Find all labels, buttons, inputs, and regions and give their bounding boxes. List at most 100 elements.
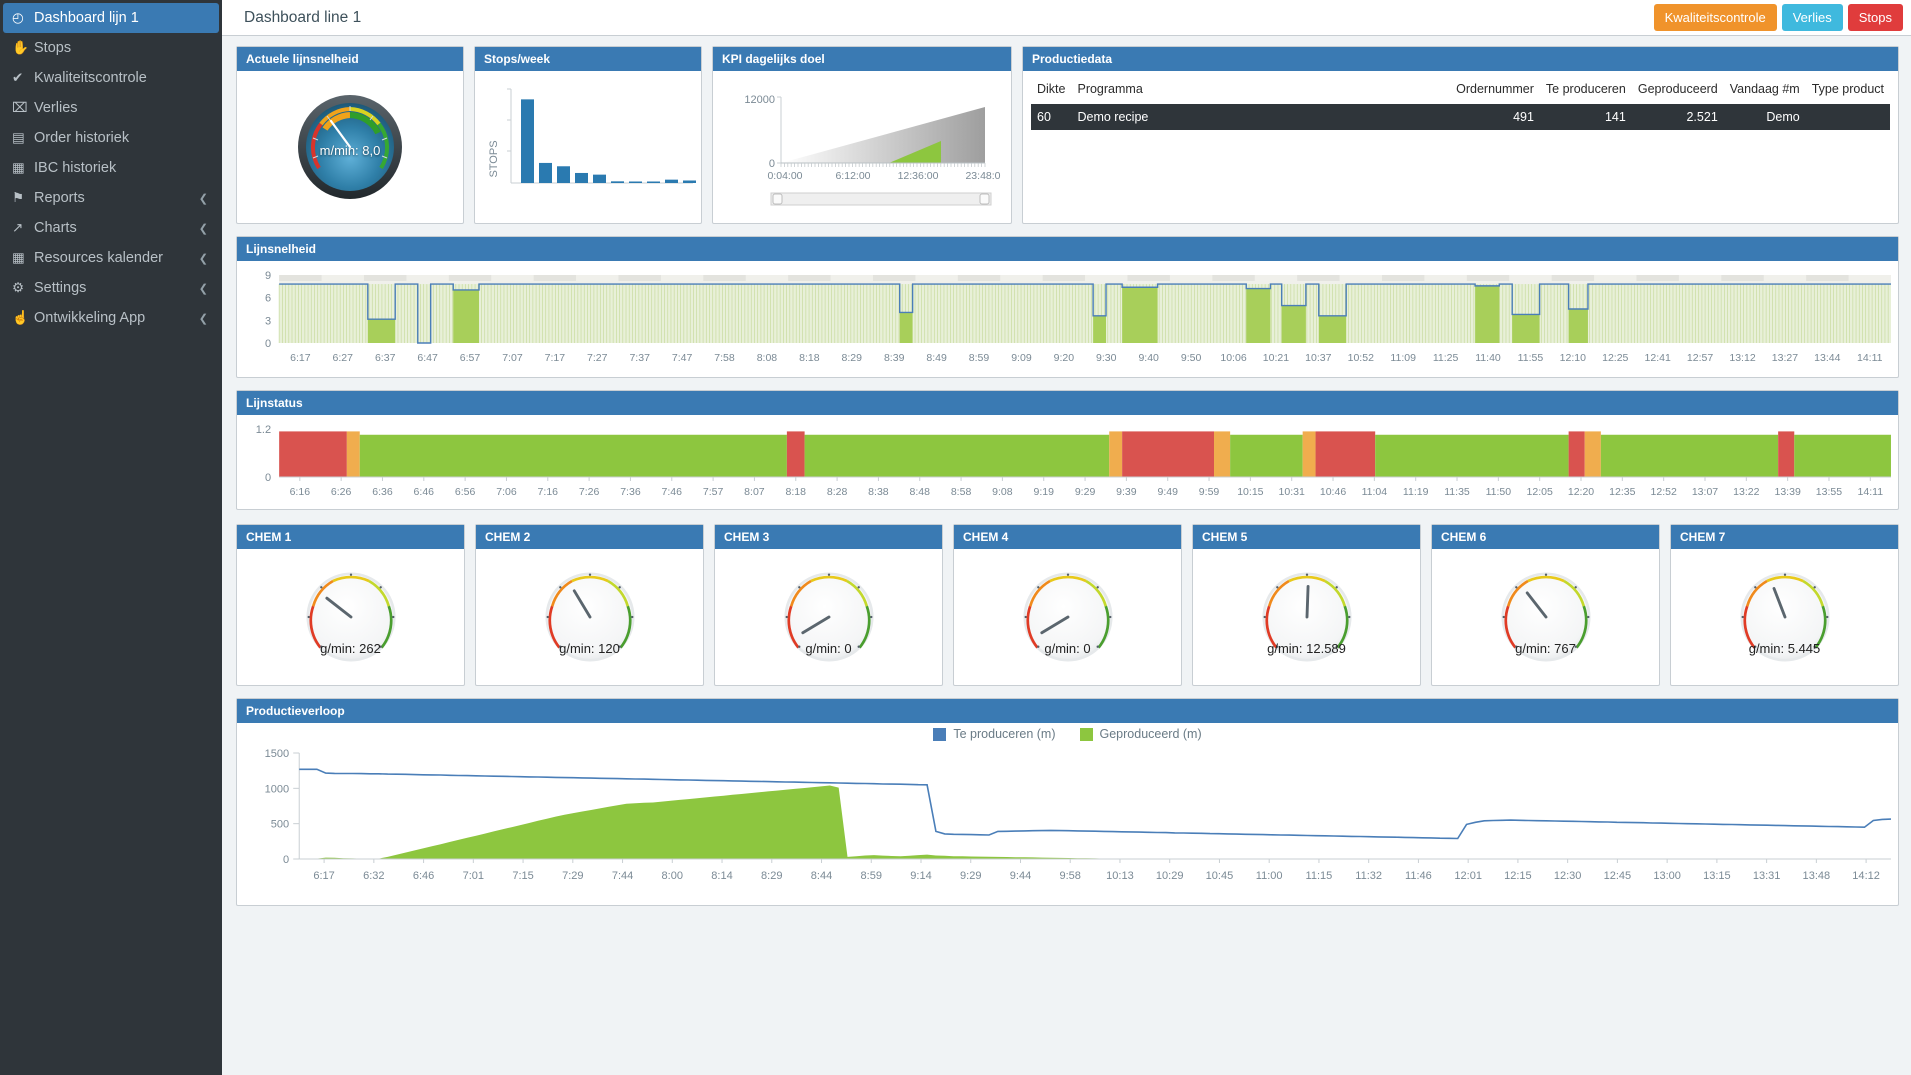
- chem-7-gauge: [1671, 549, 1898, 685]
- panel-title-chem-6: CHEM 6: [1432, 525, 1659, 549]
- lijnstatus-xtick: 8:58: [951, 486, 972, 498]
- stops-week-ylabel: STOPS: [488, 140, 500, 177]
- productieverloop-xtick: 6:17: [313, 870, 334, 882]
- lijnsnelheid-xtick: 10:52: [1348, 352, 1374, 364]
- lijnsnelheid-xtick: 6:47: [417, 352, 438, 364]
- productieverloop-plot: [299, 769, 1891, 859]
- productieverloop-xtick: 9:29: [960, 870, 981, 882]
- stops-week-bar: [557, 166, 570, 183]
- check-circle-icon: ✔: [12, 70, 34, 86]
- table-header-type-product: Type product: [1806, 75, 1890, 104]
- kwaliteitscontrole-button[interactable]: Kwaliteitscontrole: [1654, 4, 1777, 31]
- sidebar-item-verlies[interactable]: ⌧Verlies: [0, 93, 222, 123]
- sidebar-item-stops[interactable]: ✋Stops: [0, 33, 222, 63]
- chevron-left-icon[interactable]: ❮: [199, 252, 208, 265]
- container-icon: ▦: [12, 160, 34, 176]
- chevron-left-icon[interactable]: ❮: [199, 312, 208, 325]
- productieverloop-xtick: 13:00: [1653, 870, 1681, 882]
- kpi-xtick-1: 6:12:00: [835, 170, 870, 182]
- lijnsnelheid-event: [900, 312, 913, 343]
- chem-6-value: g/min: 767: [1432, 641, 1659, 656]
- productieverloop-xtick: 11:46: [1405, 870, 1432, 882]
- lijnstatus-xtick: 7:16: [538, 486, 559, 498]
- chevron-left-icon[interactable]: ❮: [199, 192, 208, 205]
- book-icon: ▤: [12, 130, 34, 146]
- table-cell-vandaag-m: Demo: [1724, 104, 1806, 130]
- lijnsnelheid-xaxis: 6:176:276:376:476:577:077:177:277:377:47…: [290, 352, 1883, 364]
- lijnsnelheid-xtick: 11:09: [1390, 352, 1416, 364]
- lijnsnelheid-xtick: 9:50: [1181, 352, 1202, 364]
- productieverloop-xtick: 14:12: [1852, 870, 1880, 882]
- lijnstatus-plot: [279, 431, 1891, 477]
- stops-week-bar: [629, 182, 642, 184]
- lijnsnelheid-xtick: 12:25: [1602, 352, 1628, 364]
- chevron-left-icon[interactable]: ❮: [199, 282, 208, 295]
- sidebar-item-settings[interactable]: ⚙Settings❮: [0, 273, 222, 303]
- lijnstatus-xtick: 6:16: [290, 486, 311, 498]
- panel-productieverloop: Productieverloop Te produceren (m) Gepro…: [236, 698, 1899, 906]
- panel-kpi-dagelijks-doel: KPI dagelijks doel 12000 0: [712, 46, 1012, 224]
- sidebar-item-kwaliteitscontrole[interactable]: ✔Kwaliteitscontrole: [0, 63, 222, 93]
- production-table: DikteProgrammaOrdernummerTe producerenGe…: [1031, 75, 1890, 130]
- lijnstatus-xtick: 12:52: [1651, 486, 1677, 498]
- productieverloop-xtick: 13:48: [1803, 870, 1831, 882]
- legend-swatch-green: [1080, 728, 1093, 741]
- lijnstatus-yaxis: 1.20: [256, 424, 271, 484]
- sidebar-item-label: IBC historiek: [34, 160, 208, 176]
- lijnstatus-xtick: 13:22: [1733, 486, 1759, 498]
- chevron-left-icon[interactable]: ❮: [199, 222, 208, 235]
- lijnsnelheid-xtick: 14:11: [1857, 352, 1883, 364]
- sidebar-item-label: Resources kalender: [34, 250, 199, 266]
- sidebar-item-charts[interactable]: ↗Charts❮: [0, 213, 222, 243]
- hand-icon: ✋: [12, 40, 34, 56]
- table-row[interactable]: 60Demo recipe4911412.521Demo: [1031, 104, 1890, 130]
- sidebar-item-ontwikkeling-app[interactable]: ☝Ontwikkeling App❮: [0, 303, 222, 333]
- productieverloop-xtick: 6:32: [363, 870, 384, 882]
- panel-chem-3: CHEM 3g/min: 0: [714, 524, 943, 686]
- productieverloop-xtick: 7:44: [612, 870, 633, 882]
- lijnsnelheid-xtick: 10:06: [1220, 352, 1246, 364]
- lijnstatus-chart: 1.20 6:166:266:366:466:567:067:167:267:3…: [237, 415, 1898, 507]
- table-cell-programma: Demo recipe: [1071, 104, 1450, 130]
- verlies-button[interactable]: Verlies: [1782, 4, 1843, 31]
- lijnsnelheid-xtick: 6:27: [333, 352, 354, 364]
- lijnstatus-segment-run: [1230, 435, 1303, 477]
- panel-chem-4: CHEM 4g/min: 0: [953, 524, 1182, 686]
- lijnsnelheid-event: [1569, 309, 1588, 343]
- lijnsnelheid-xtick: 6:17: [290, 352, 311, 364]
- kpi-scrollbar-handle-left[interactable]: [773, 194, 782, 204]
- lijnstatus-xtick: 10:15: [1237, 486, 1263, 498]
- lijnstatus-xtick: 9:49: [1157, 486, 1178, 498]
- stops-week-bars: [521, 99, 696, 183]
- lijnstatus-xtick: 6:36: [372, 486, 393, 498]
- productieverloop-xtick: 10:13: [1106, 870, 1134, 882]
- sidebar-item-resources-kalender[interactable]: ▦Resources kalender❮: [0, 243, 222, 273]
- chem-5-value: g/min: 12.589: [1193, 641, 1420, 656]
- productieverloop-xtick: 7:29: [562, 870, 583, 882]
- sidebar-item-label: Order historiek: [34, 130, 208, 146]
- lijnstatus-xtick: 7:26: [579, 486, 600, 498]
- lijnsnelheid-xtick: 13:44: [1814, 352, 1840, 364]
- productieverloop-xtick: 8:00: [662, 870, 683, 882]
- top-bar: Dashboard line 1 Kwaliteitscontrole Verl…: [222, 0, 1911, 36]
- lijnstatus-segment-stop: [787, 431, 805, 477]
- sidebar-item-dashboard-lijn-1[interactable]: ◴Dashboard lijn 1: [3, 3, 219, 33]
- stops-button[interactable]: Stops: [1848, 4, 1903, 31]
- table-header-vandaag-m: Vandaag #m: [1724, 75, 1806, 104]
- productieverloop-ytick: 0: [283, 854, 289, 866]
- stops-week-bar: [521, 99, 534, 183]
- kpi-xtick-3: 23:48:0: [965, 170, 1000, 182]
- kpi-scrollbar-handle-right[interactable]: [980, 194, 989, 204]
- lijnsnelheid-xtick: 13:12: [1729, 352, 1755, 364]
- sidebar-item-ibc-historiek[interactable]: ▦IBC historiek: [0, 153, 222, 183]
- productieverloop-ytick: 500: [271, 819, 289, 831]
- sidebar-item-order-historiek[interactable]: ▤Order historiek: [0, 123, 222, 153]
- sidebar-item-reports[interactable]: ⚑Reports❮: [0, 183, 222, 213]
- row-chem-gauges: CHEM 1g/min: 262CHEM 2g/min: 120CHEM 3g/…: [236, 524, 1899, 686]
- chem-1-gauge: [237, 549, 464, 685]
- panel-stops-week: Stops/week STOPS: [474, 46, 702, 224]
- kpi-scrollbar-track[interactable]: [771, 193, 991, 205]
- chem-2-value: g/min: 120: [476, 641, 703, 656]
- productieverloop-xtick: 12:15: [1504, 870, 1532, 882]
- app-root: ◴Dashboard lijn 1✋Stops✔Kwaliteitscontro…: [0, 0, 1911, 1075]
